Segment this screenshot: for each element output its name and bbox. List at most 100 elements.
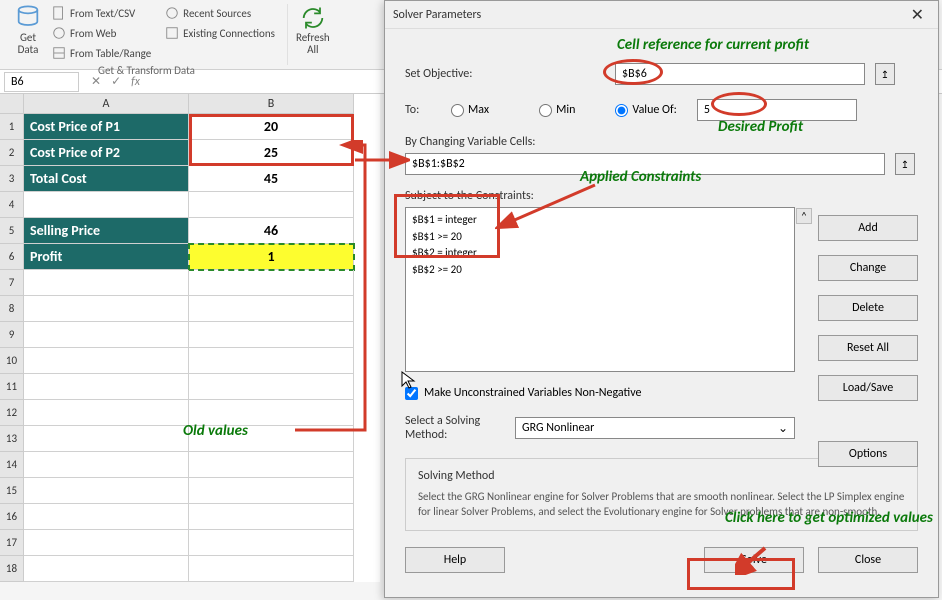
- spreadsheet-grid: A B 1Cost Price of P1202Cost Price of P2…: [0, 94, 380, 582]
- cell[interactable]: [24, 400, 189, 426]
- max-radio[interactable]: Max: [451, 103, 489, 117]
- from-web-button[interactable]: From Web: [48, 24, 155, 42]
- solver-dialog: Solver Parameters ✕ Set Objective: ↥ To:…: [384, 0, 939, 598]
- cell[interactable]: [189, 296, 354, 322]
- cell[interactable]: [189, 348, 354, 374]
- refresh-all-button[interactable]: Refresh All: [296, 4, 330, 56]
- unconstrained-label: Make Unconstrained Variables Non-Negativ…: [424, 386, 641, 400]
- row-header[interactable]: 14: [0, 452, 24, 478]
- cell[interactable]: Selling Price: [24, 218, 189, 244]
- from-text-csv-button[interactable]: From Text/CSV: [48, 4, 155, 22]
- cell[interactable]: 46: [189, 218, 354, 244]
- set-objective-input[interactable]: [615, 63, 865, 85]
- col-header-b[interactable]: B: [189, 94, 354, 114]
- reset-all-button[interactable]: Reset All: [818, 335, 918, 361]
- cell[interactable]: [24, 478, 189, 504]
- row-header[interactable]: 16: [0, 504, 24, 530]
- cancel-formula-icon[interactable]: ✕: [91, 74, 101, 89]
- delete-button[interactable]: Delete: [818, 295, 918, 321]
- row-header[interactable]: 1: [0, 114, 24, 140]
- cell[interactable]: [24, 322, 189, 348]
- cursor-icon: [401, 371, 417, 391]
- row-header[interactable]: 7: [0, 270, 24, 296]
- row-header[interactable]: 8: [0, 296, 24, 322]
- table-row: 17: [0, 530, 380, 556]
- cell[interactable]: [189, 426, 354, 452]
- cell[interactable]: [24, 530, 189, 556]
- row-header[interactable]: 3: [0, 166, 24, 192]
- close-icon[interactable]: ✕: [905, 5, 930, 25]
- cell[interactable]: [24, 270, 189, 296]
- cell[interactable]: [189, 270, 354, 296]
- row-header[interactable]: 12: [0, 400, 24, 426]
- value-of-radio[interactable]: Value Of:: [615, 103, 676, 117]
- row-header[interactable]: 11: [0, 374, 24, 400]
- cell[interactable]: [189, 504, 354, 530]
- value-of-input[interactable]: [697, 99, 857, 121]
- cell[interactable]: [24, 556, 189, 582]
- cell[interactable]: Total Cost: [24, 166, 189, 192]
- name-box[interactable]: [4, 72, 79, 92]
- min-radio[interactable]: Min: [539, 103, 575, 117]
- cell[interactable]: Cost Price of P2: [24, 140, 189, 166]
- cell[interactable]: Profit: [24, 244, 189, 270]
- cell[interactable]: 20: [189, 114, 354, 140]
- row-header[interactable]: 17: [0, 530, 24, 556]
- table-row: 5Selling Price46: [0, 218, 380, 244]
- cell[interactable]: [189, 374, 354, 400]
- ribbon-group-refresh: Refresh All: [288, 4, 338, 65]
- cell[interactable]: [189, 530, 354, 556]
- cell[interactable]: 1: [189, 244, 354, 270]
- fx-icon[interactable]: fx: [131, 75, 140, 89]
- cell[interactable]: [24, 374, 189, 400]
- row-header[interactable]: 9: [0, 322, 24, 348]
- change-button[interactable]: Change: [818, 255, 918, 281]
- add-button[interactable]: Add: [818, 215, 918, 241]
- get-data-button[interactable]: Get Data: [14, 4, 42, 56]
- help-button[interactable]: Help: [405, 547, 505, 573]
- table-row: 2Cost Price of P225: [0, 140, 380, 166]
- table-row: 16: [0, 504, 380, 530]
- file-icon: [52, 6, 66, 20]
- row-header[interactable]: 18: [0, 556, 24, 582]
- cell[interactable]: [24, 192, 189, 218]
- options-button[interactable]: Options: [818, 441, 918, 467]
- solve-button[interactable]: Solve: [704, 547, 804, 573]
- cell[interactable]: [189, 400, 354, 426]
- table-icon: [52, 46, 66, 60]
- row-header[interactable]: 6: [0, 244, 24, 270]
- row-header[interactable]: 4: [0, 192, 24, 218]
- row-header[interactable]: 5: [0, 218, 24, 244]
- cell[interactable]: [24, 296, 189, 322]
- row-header[interactable]: 10: [0, 348, 24, 374]
- row-header[interactable]: 15: [0, 478, 24, 504]
- existing-connections-button[interactable]: Existing Connections: [161, 24, 279, 42]
- cell[interactable]: Cost Price of P1: [24, 114, 189, 140]
- cell[interactable]: [24, 504, 189, 530]
- cell[interactable]: [24, 452, 189, 478]
- cell[interactable]: [189, 452, 354, 478]
- col-header-a[interactable]: A: [24, 94, 189, 114]
- cell[interactable]: [24, 426, 189, 452]
- cell[interactable]: [189, 322, 354, 348]
- cell[interactable]: [189, 192, 354, 218]
- changing-cells-input[interactable]: [405, 153, 885, 175]
- close-button[interactable]: Close: [818, 547, 918, 573]
- row-header[interactable]: 2: [0, 140, 24, 166]
- select-all-corner[interactable]: [0, 94, 24, 114]
- enter-formula-icon[interactable]: ✓: [111, 74, 121, 89]
- cell[interactable]: 25: [189, 140, 354, 166]
- recent-sources-button[interactable]: Recent Sources: [161, 4, 279, 22]
- scroll-up-icon[interactable]: ^: [796, 208, 812, 224]
- cell[interactable]: [24, 348, 189, 374]
- from-table-button[interactable]: From Table/Range: [48, 44, 155, 62]
- row-header[interactable]: 13: [0, 426, 24, 452]
- load-save-button[interactable]: Load/Save: [818, 375, 918, 401]
- cell[interactable]: [189, 556, 354, 582]
- solving-method-select[interactable]: GRG Nonlinear ⌄: [515, 417, 795, 439]
- constraints-listbox[interactable]: $B$1 = integer $B$1 >= 20 $B$2 = integer…: [405, 207, 795, 372]
- ref-picker-icon[interactable]: ↥: [875, 63, 895, 85]
- cell[interactable]: 45: [189, 166, 354, 192]
- ref-picker-icon-2[interactable]: ↥: [895, 153, 915, 175]
- cell[interactable]: [189, 478, 354, 504]
